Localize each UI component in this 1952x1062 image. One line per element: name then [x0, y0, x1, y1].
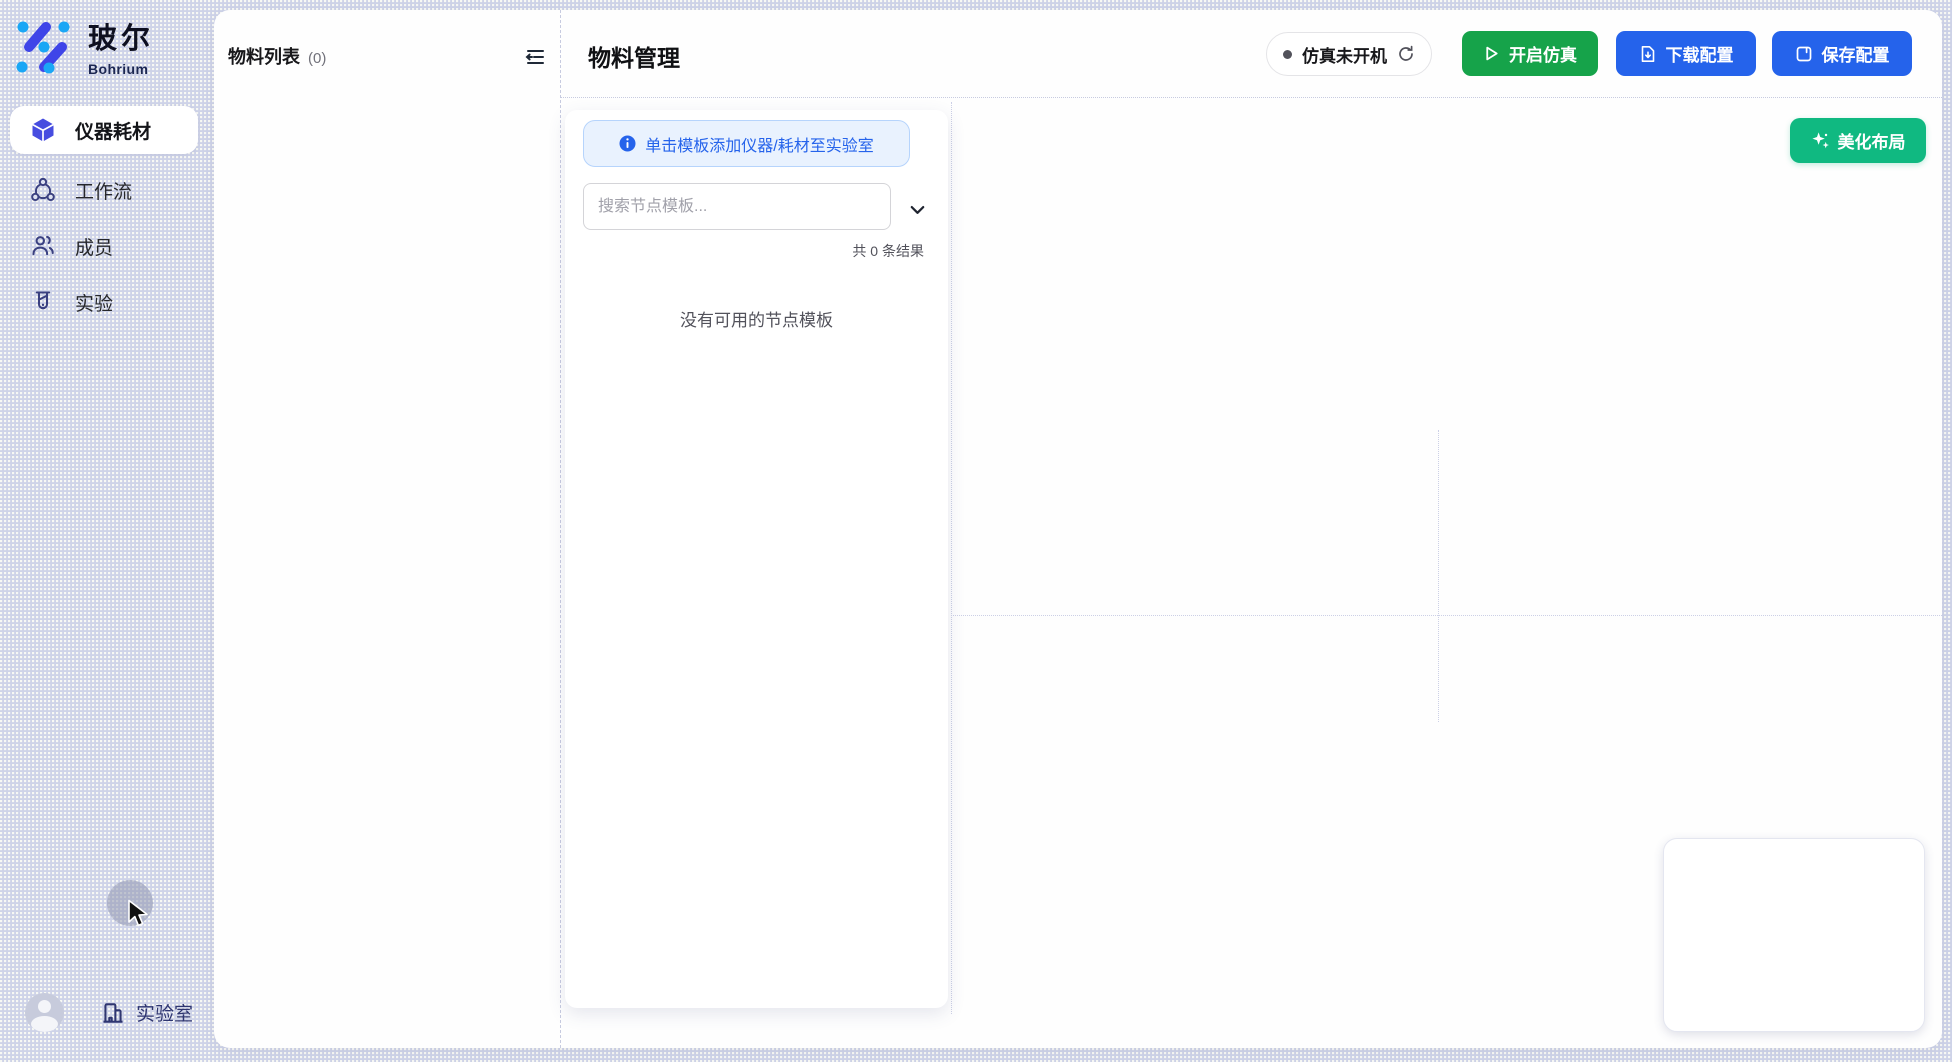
- sidebar-item-experiments[interactable]: 实验: [10, 278, 204, 326]
- play-icon: [1483, 45, 1500, 62]
- brand-name-zh: 玻尔: [88, 25, 154, 54]
- result-count: 共 0 条结果: [852, 241, 924, 261]
- canvas-guide-line: [951, 615, 1942, 616]
- info-icon: [619, 135, 636, 152]
- workflow-icon: [30, 177, 56, 203]
- main-card: 物料列表 (0) 物料管理 仿真未开机 开启仿真 下载配置: [214, 10, 1942, 1048]
- canvas-guide-line: [1438, 430, 1439, 722]
- brand-logo[interactable]: 玻尔 Bohrium: [16, 20, 154, 77]
- chevron-down-icon[interactable]: [905, 197, 929, 221]
- collapse-panel-button[interactable]: [522, 45, 548, 69]
- avatar[interactable]: [25, 993, 64, 1032]
- sparkles-icon: [1811, 131, 1830, 150]
- header-divider: [561, 97, 1942, 98]
- save-config-button[interactable]: 保存配置: [1772, 31, 1912, 76]
- save-button-label: 保存配置: [1822, 41, 1890, 66]
- beautify-button-label: 美化布局: [1838, 128, 1906, 153]
- status-dot-icon: [1283, 50, 1292, 59]
- sidebar-item-members[interactable]: 成员: [10, 222, 204, 270]
- cube-icon: [30, 117, 56, 143]
- sidebar-item-workflow[interactable]: 工作流: [10, 166, 204, 214]
- start-simulation-button[interactable]: 开启仿真: [1462, 31, 1598, 76]
- template-hint-text: 单击模板添加仪器/耗材至实验室: [645, 132, 873, 156]
- file-download-icon: [1639, 45, 1657, 63]
- sidebar-item-instruments[interactable]: 仪器耗材: [10, 106, 198, 154]
- brand-name-en: Bohrium: [88, 61, 154, 77]
- bohrium-logo-icon: [16, 20, 72, 74]
- indent-collapse-icon: [524, 47, 546, 67]
- simulation-status-pill[interactable]: 仿真未开机: [1266, 32, 1432, 76]
- download-button-label: 下载配置: [1666, 41, 1734, 66]
- mouse-cursor: [126, 899, 150, 934]
- material-list-count: (0): [308, 50, 326, 67]
- status-label: 仿真未开机: [1302, 42, 1387, 67]
- material-list-header: 物料列表 (0): [228, 43, 326, 69]
- empty-state-text: 没有可用的节点模板: [565, 306, 948, 331]
- page-title: 物料管理: [588, 39, 680, 73]
- beautify-layout-button[interactable]: 美化布局: [1790, 118, 1926, 163]
- sidebar-footer: 实验室: [25, 993, 193, 1032]
- experiment-icon: [30, 289, 56, 315]
- sidebar-item-label: 成员: [75, 233, 113, 260]
- workspace-switcher[interactable]: 实验室: [100, 999, 193, 1026]
- app-root: { "brand": { "logo_zh": "玻尔", "logo_en":…: [0, 0, 1952, 1062]
- sidebar-item-label: 工作流: [75, 177, 132, 204]
- save-icon: [1795, 45, 1813, 63]
- panel-divider: [560, 10, 561, 1048]
- template-panel: 单击模板添加仪器/耗材至实验室 共 0 条结果 没有可用的节点模板: [565, 110, 948, 1008]
- refresh-icon[interactable]: [1397, 45, 1415, 63]
- workspace-label: 实验室: [136, 999, 193, 1026]
- members-icon: [30, 233, 56, 259]
- template-search-input[interactable]: [583, 183, 891, 230]
- building-icon: [100, 1000, 126, 1026]
- material-list-title: 物料列表: [228, 43, 300, 69]
- canvas-minimap[interactable]: [1663, 838, 1925, 1032]
- start-button-label: 开启仿真: [1509, 41, 1577, 66]
- download-config-button[interactable]: 下载配置: [1616, 31, 1756, 76]
- sidebar-item-label: 实验: [75, 289, 113, 316]
- sidebar-item-label: 仪器耗材: [75, 117, 151, 144]
- canvas-guide-line: [951, 102, 952, 1014]
- template-hint-banner: 单击模板添加仪器/耗材至实验室: [583, 120, 910, 167]
